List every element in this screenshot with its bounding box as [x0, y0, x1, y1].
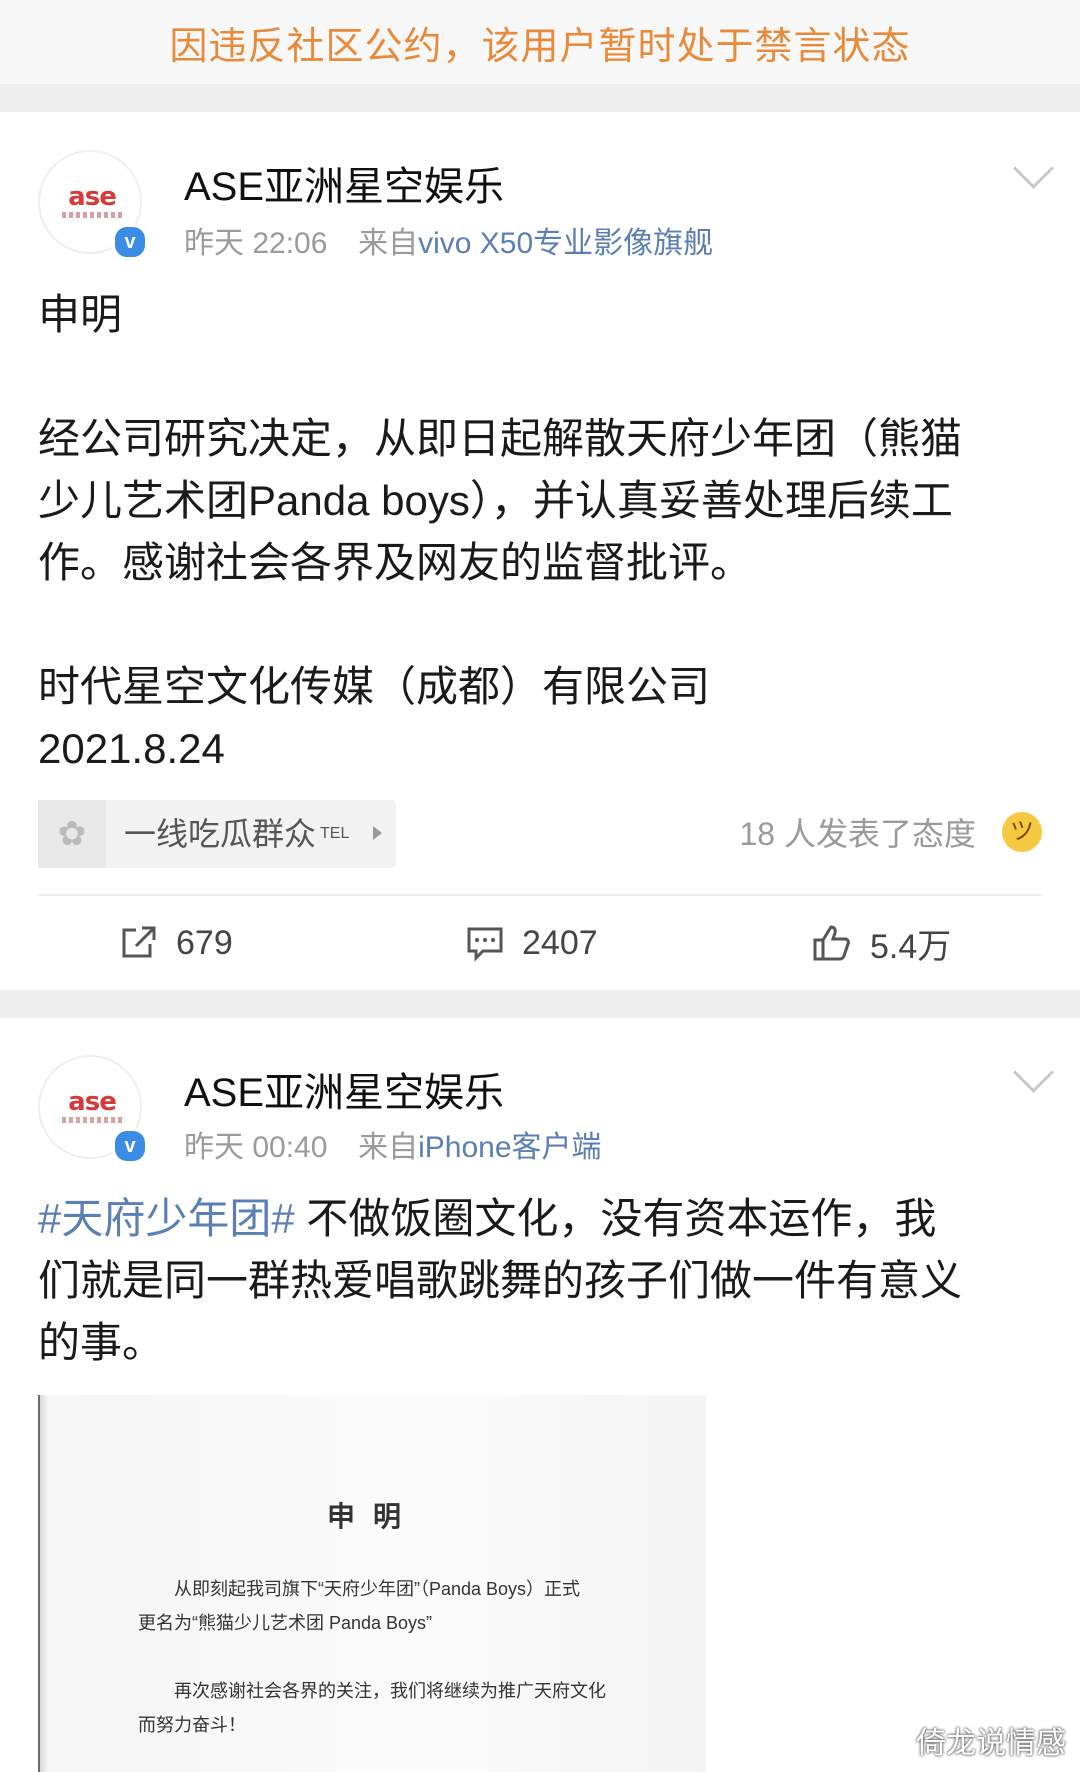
verified-icon: v — [112, 224, 148, 260]
chevron-down-icon[interactable] — [1012, 1051, 1055, 1094]
like-count: 5.4万 — [870, 927, 952, 966]
logo-subtext — [62, 1117, 122, 1123]
ban-notice-text: 因违反社区公约，该用户暂时处于禁言状态 — [169, 25, 911, 68]
statement-image[interactable]: 申明 从即刻起我司旗下“天府少年团”（Panda Boys）正式 更名为“熊猫少… — [38, 1395, 706, 1772]
body-line: 作。感谢社会各界及网友的监督批评。 — [38, 539, 753, 586]
feed-separator — [0, 84, 1080, 112]
laugh-emoji-icon[interactable]: ツ — [1002, 812, 1042, 852]
body-line: 经公司研究决定，从即日起解散天府少年团（熊猫 — [38, 415, 963, 462]
body-line: 申明 — [38, 291, 123, 338]
like-icon — [813, 925, 850, 961]
comment-icon — [467, 927, 503, 962]
comment-count: 2407 — [522, 923, 598, 962]
verified-icon: v — [112, 1128, 148, 1164]
repost-button[interactable]: 679 — [120, 910, 233, 976]
logo-subtext — [62, 212, 122, 218]
device-link[interactable]: iPhone客户端 — [418, 1131, 601, 1164]
repost-icon — [122, 926, 156, 958]
body-line: 们就是同一群热爱唱歌跳舞的孩子们做一件有意义 — [38, 1257, 963, 1304]
device-link[interactable]: vivo X50专业影像旗舰 — [418, 227, 713, 260]
post-body: 申明 经公司研究决定，从即日起解散天府少年团（熊猫 少儿艺术团Panda boy… — [38, 284, 1038, 780]
ban-notice-banner: 因违反社区公约，该用户暂时处于禁言状态 — [0, 0, 1080, 84]
body-line — [38, 594, 1038, 656]
statement-line: 更名为“熊猫少儿艺术团 Panda Boys” — [138, 1613, 433, 1633]
body-line: 2021.8.24 — [38, 725, 225, 772]
group-label: 一线吃瓜群众 TEL — [124, 816, 350, 852]
post-time: 昨天 22:06 — [184, 227, 328, 260]
statement-line: 而努力奋斗！ — [138, 1715, 246, 1735]
repost-count: 679 — [176, 923, 233, 962]
attitude-count[interactable]: 18 人发表了态度 — [740, 800, 977, 868]
chevron-down-icon[interactable] — [1012, 147, 1055, 190]
author-name[interactable]: ASE亚洲星空娱乐 — [184, 1060, 504, 1118]
source-prefix: 来自 — [358, 227, 419, 260]
like-button[interactable]: 5.4万 — [812, 910, 951, 976]
author-name[interactable]: ASE亚洲星空娱乐 — [184, 154, 504, 212]
body-line: 少儿艺术团Panda boys），并认真妥善处理后续工 — [38, 477, 953, 524]
topic-link[interactable]: #天府少年团# — [38, 1195, 295, 1242]
body-text: 不做饭圈文化，没有资本运作，我 — [294, 1195, 937, 1242]
statement-line: 再次感谢社会各界的关注，我们将继续为推广天府文化 — [174, 1681, 606, 1701]
feed-separator — [0, 990, 1080, 1018]
post-time: 昨天 00:40 — [184, 1131, 328, 1164]
group-icon: ✿ — [38, 800, 106, 868]
body-line — [38, 346, 1038, 408]
post-meta: 昨天 00:40 来自iPhone客户端 — [184, 1122, 602, 1166]
chevron-right-icon — [373, 826, 382, 840]
source-prefix: 来自 — [358, 1131, 419, 1164]
statement-line: 从即刻起我司旗下“天府少年团”（Panda Boys）正式 — [174, 1579, 581, 1599]
group-badge: TEL — [320, 825, 350, 842]
statement-title: 申明 — [326, 1500, 419, 1533]
watermark: 倚龙说情感 — [916, 1727, 1066, 1760]
body-line: 的事。 — [38, 1319, 165, 1366]
post-body: #天府少年团# 不做饭圈文化，没有资本运作，我 们就是同一群热爱唱歌跳舞的孩子们… — [38, 1188, 1038, 1374]
post-meta: 昨天 22:06 来自vivo X50专业影像旗舰 — [184, 218, 713, 262]
divider — [38, 894, 1042, 896]
comment-button[interactable]: 2407 — [466, 910, 598, 976]
group-chip[interactable]: ✿ 一线吃瓜群众 TEL — [38, 800, 396, 868]
body-line: 时代星空文化传媒（成都）有限公司 — [38, 663, 711, 710]
